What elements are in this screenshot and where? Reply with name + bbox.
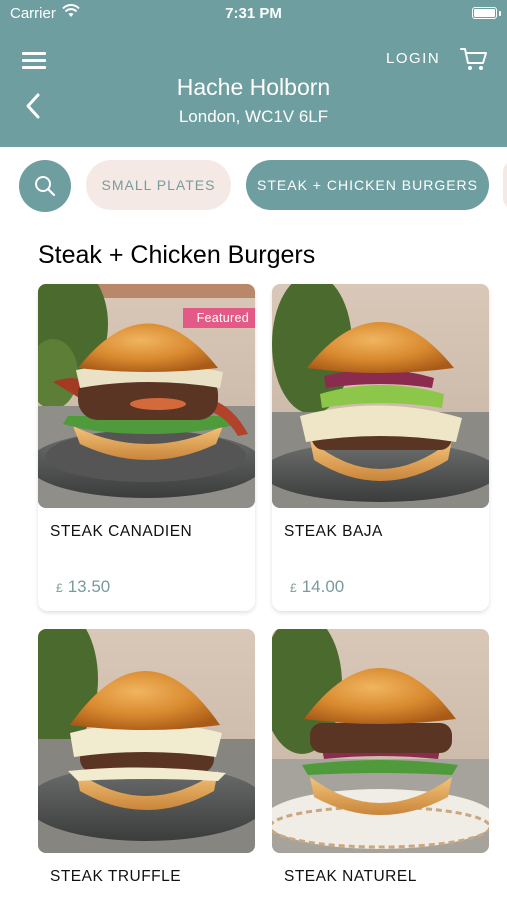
product-name: STEAK NATUREL <box>284 868 417 885</box>
login-button[interactable]: LOGIN <box>386 50 440 67</box>
product-name: STEAK TRUFFLE <box>50 868 182 885</box>
product-card-steak-truffle[interactable]: STEAK TRUFFLE <box>38 629 255 900</box>
product-card-steak-baja[interactable]: STEAK BAJA £14.00 <box>272 284 489 611</box>
product-photo <box>272 284 489 508</box>
product-name: STEAK CANADIEN <box>50 523 193 540</box>
product-name: STEAK BAJA <box>284 523 383 540</box>
price-value: 14.00 <box>301 577 345 596</box>
product-card-steak-canadien[interactable]: Featured STEAK CANADIEN £13.50 <box>38 284 255 611</box>
category-tabs: SMALL PLATES STEAK + CHICKEN BURGERS <box>0 147 507 225</box>
product-photo: Featured <box>38 284 255 508</box>
product-card-steak-naturel[interactable]: STEAK NATUREL <box>272 629 489 900</box>
product-photo <box>38 629 255 853</box>
section-title: Steak + Chicken Burgers <box>38 241 316 269</box>
app-header: Carrier 7:31 PM LOGIN Hache Holborn Lond… <box>0 0 507 147</box>
product-price: £14.00 <box>290 577 344 597</box>
clock: 7:31 PM <box>225 5 282 22</box>
restaurant-address: London, WC1V 6LF <box>178 107 329 126</box>
search-button[interactable] <box>19 160 71 212</box>
status-bar: Carrier 7:31 PM <box>0 0 507 28</box>
price-value: 13.50 <box>67 577 111 596</box>
hamburger-menu-icon[interactable] <box>22 50 48 70</box>
battery-tip <box>499 11 501 16</box>
tab-steak-chicken-burgers[interactable]: STEAK + CHICKEN BURGERS <box>246 160 489 210</box>
restaurant-name: Hache Holborn <box>176 74 331 100</box>
tab-small-plates[interactable]: SMALL PLATES <box>86 160 231 210</box>
tab-next-partial[interactable] <box>503 160 507 210</box>
battery-icon <box>472 7 497 19</box>
shopping-cart-icon[interactable] <box>460 46 488 77</box>
currency-symbol: £ <box>56 581 63 595</box>
search-icon <box>35 176 56 197</box>
featured-badge: Featured <box>182 308 255 328</box>
currency-symbol: £ <box>290 581 297 595</box>
product-price: £13.50 <box>56 577 110 597</box>
product-photo <box>272 629 489 853</box>
